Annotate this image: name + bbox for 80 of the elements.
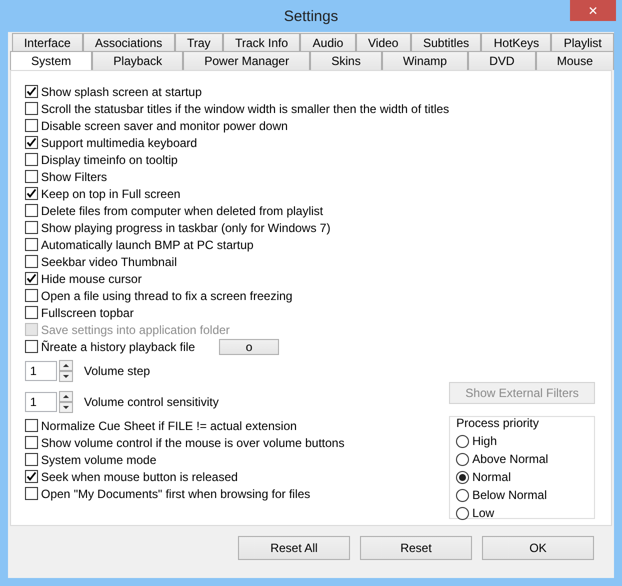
checkbox-label: Show volume control if the mouse is over volume buttons [41, 436, 344, 450]
radio-label: Above Normal [472, 452, 548, 466]
radio-label: Normal [472, 470, 511, 484]
checkbox[interactable] [25, 306, 38, 319]
dialog-button[interactable]: OK [482, 536, 594, 560]
tab[interactable]: Playback [92, 51, 184, 70]
tab[interactable]: Winamp [382, 51, 468, 70]
checkbox[interactable] [25, 153, 38, 166]
tab[interactable]: Power Manager [183, 51, 310, 70]
checkbox-label: Open a file using thread to fix a screen freezing [41, 288, 292, 302]
tab[interactable]: HotKeys [481, 33, 552, 51]
checkbox[interactable] [25, 340, 38, 353]
checkbox-label: Fullscreen topbar [41, 306, 134, 320]
checkbox[interactable] [25, 470, 38, 483]
checkbox[interactable] [25, 102, 38, 115]
tab[interactable]: Subtitles [410, 33, 482, 51]
close-button[interactable]: ✕ [570, 0, 616, 21]
checkbox-label: Show Filters [41, 170, 108, 184]
option-button[interactable]: o [219, 338, 280, 354]
tab[interactable]: Video [356, 33, 411, 51]
window-title: Settings [284, 8, 338, 24]
checkbox[interactable] [25, 187, 38, 200]
checkbox-label: Open "My Documents" first when browsing for files [41, 486, 310, 500]
checkbox-label: Keep on top in Full screen [41, 186, 180, 200]
checkbox-label: Support multimedia keyboard [41, 136, 198, 150]
checkbox-label: Automatically launch BMP at PC startup [41, 238, 254, 252]
checkbox[interactable] [25, 170, 38, 183]
checkbox[interactable] [25, 85, 38, 98]
spin-field[interactable]: 1 [25, 392, 57, 412]
checkbox[interactable] [25, 487, 38, 500]
radio-button[interactable] [456, 434, 470, 448]
checkbox[interactable] [25, 289, 38, 302]
spin-arrows-icon[interactable] [59, 390, 73, 412]
tab[interactable]: Interface [12, 33, 83, 51]
checkbox-label: Seekbar video Thumbnail [41, 254, 177, 268]
checkbox-label: Show playing progress in taskbar (only for Windows 7) [41, 220, 330, 234]
checkbox-label: Disable screen saver and monitor power down [41, 118, 288, 132]
checkbox-label: Normalize Cue Sheet if FILE != actual extension [41, 418, 297, 432]
radio-label: High [472, 434, 497, 448]
radio-button[interactable] [456, 470, 470, 484]
group-title: Process priority [456, 416, 540, 430]
radio-button[interactable] [456, 452, 470, 466]
checkbox[interactable] [25, 453, 38, 466]
spinner-label: Volume control sensitivity [84, 394, 219, 408]
tab[interactable]: Tray [174, 33, 223, 51]
tab[interactable]: Audio [300, 33, 356, 51]
checkbox-label: Show splash screen at startup [41, 84, 202, 98]
tab[interactable]: Track Info [222, 33, 300, 51]
tab[interactable]: Associations [82, 33, 175, 51]
tab[interactable]: Skins [310, 51, 382, 70]
radio-label: Low [472, 506, 494, 520]
checkbox-label: Delete files from computer when deleted from playlist [41, 204, 324, 218]
checkbox-label: Hide mouse cursor [41, 272, 142, 286]
tab[interactable]: DVD [468, 51, 536, 70]
checkbox-label: Save settings into application folder [41, 322, 230, 336]
checkbox[interactable] [25, 136, 38, 149]
dialog-button[interactable]: Reset [360, 536, 472, 560]
tab[interactable]: Playlist [551, 33, 614, 51]
checkbox[interactable] [25, 119, 38, 132]
checkbox-label: Ñreate a history playback file [41, 340, 196, 354]
tab[interactable]: Mouse [536, 51, 614, 70]
checkbox[interactable] [25, 238, 38, 251]
checkbox-label: Display timeinfo on tooltip [41, 152, 178, 166]
radio-button[interactable] [456, 488, 470, 502]
radio-label: Below Normal [472, 488, 547, 502]
checkbox[interactable] [25, 221, 38, 234]
checkbox[interactable] [25, 419, 38, 432]
tab[interactable]: System [10, 51, 92, 70]
spin-field[interactable]: 1 [25, 360, 57, 380]
checkbox-label: Scroll the statusbar titles if the window width is smaller then the width of titles [41, 102, 450, 116]
spinner-label: Volume step [84, 364, 150, 378]
checkbox[interactable] [25, 272, 38, 285]
checkbox[interactable] [25, 204, 38, 217]
dialog-button[interactable]: Reset All [238, 536, 350, 560]
radio-button[interactable] [456, 506, 470, 520]
checkbox-label: System volume mode [41, 452, 156, 466]
spin-arrows-icon[interactable] [59, 360, 73, 382]
checkbox-label: Seek when mouse button is released [41, 470, 238, 484]
checkbox[interactable] [25, 436, 38, 449]
checkbox[interactable] [25, 255, 38, 268]
